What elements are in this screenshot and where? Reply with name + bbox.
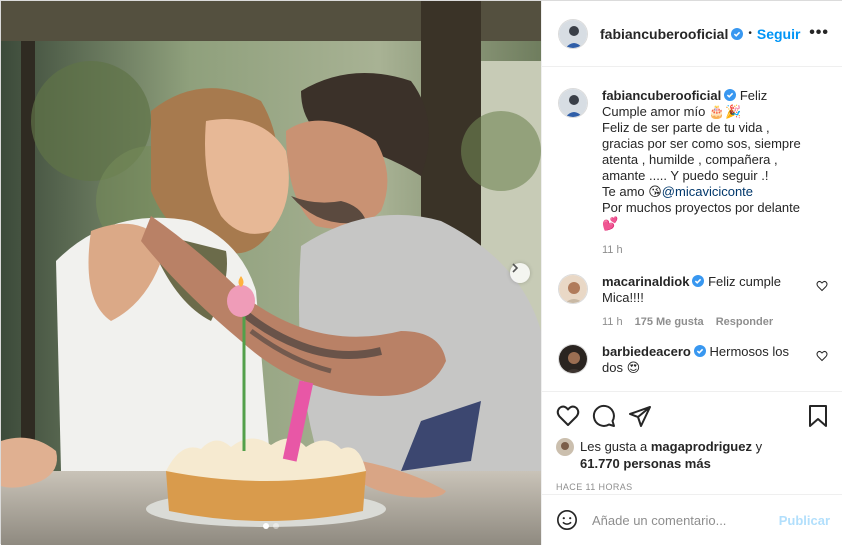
- caption-line-2: Feliz de ser parte de tu vida ,: [602, 120, 770, 135]
- author-avatar[interactable]: [558, 18, 588, 49]
- verified-badge-icon: [692, 275, 705, 287]
- carousel-dot: [273, 523, 279, 529]
- mention-link[interactable]: @micaviciconte: [662, 184, 753, 199]
- caption-author-avatar[interactable]: [558, 88, 588, 118]
- liker-username[interactable]: magaprodriguez: [651, 439, 752, 454]
- caption-meta: 11 h: [602, 244, 812, 256]
- likes-prefix: Les gusta a: [580, 439, 648, 454]
- next-photo-button[interactable]: [510, 263, 530, 283]
- author-username[interactable]: fabiancuberooficial: [600, 26, 728, 42]
- comments-list[interactable]: fabiancuberooficial Feliz Cumple amor mí…: [542, 68, 842, 388]
- instagram-post: fabiancuberooficial • Seguir ••• fabianc…: [0, 0, 842, 545]
- comment-likes[interactable]: 175 Me gusta: [635, 316, 704, 328]
- comment-meta: 11 h 175 Me gusta Responder: [602, 316, 812, 328]
- comment-item: macarinaldiok Feliz cumple Mica!!!! 11 h…: [558, 274, 828, 328]
- likes-connector: y: [755, 439, 763, 454]
- save-bookmark-icon[interactable]: [806, 404, 830, 428]
- commenter-avatar[interactable]: [558, 344, 588, 374]
- avatar-image: [559, 345, 587, 373]
- verified-badge-icon: [724, 89, 737, 101]
- post-timestamp[interactable]: HACE 11 HORAS: [556, 482, 830, 492]
- avatar-image: [559, 275, 587, 303]
- header-separator: •: [748, 28, 752, 39]
- likes-summary: Les gusta a magaprodriguez y 61.770 pers…: [556, 438, 830, 472]
- caption-line-4: Te amo 😘: [602, 184, 662, 199]
- comment-input[interactable]: [592, 512, 779, 528]
- liker-avatar[interactable]: [556, 438, 574, 456]
- caption-line-3: gracias por ser como sos, siempre atenta…: [602, 136, 801, 183]
- comment-text: macarinaldiok Feliz cumple Mica!!!!: [602, 274, 812, 306]
- carousel-indicators: [263, 523, 279, 529]
- more-options-icon[interactable]: •••: [809, 25, 829, 41]
- caption: fabiancuberooficial Feliz Cumple amor mí…: [558, 88, 828, 256]
- caption-time[interactable]: 11 h: [602, 244, 623, 256]
- chevron-right-icon: [512, 263, 519, 273]
- comment-time[interactable]: 11 h: [602, 316, 623, 328]
- comment-item: barbiedeacero Hermosos los dos 😍: [558, 344, 828, 376]
- like-comment-heart-icon[interactable]: [816, 280, 828, 292]
- caption-text: fabiancuberooficial Feliz Cumple amor mí…: [602, 88, 812, 232]
- add-comment-bar: Publicar: [542, 494, 842, 545]
- post-side-panel: fabiancuberooficial • Seguir ••• fabianc…: [541, 1, 842, 545]
- comment-author[interactable]: barbiedeacero: [602, 344, 691, 359]
- carousel-dot-active: [263, 523, 269, 529]
- verified-badge-icon: [731, 27, 744, 40]
- caption-author[interactable]: fabiancuberooficial: [602, 88, 721, 103]
- comment-text: barbiedeacero Hermosos los dos 😍: [602, 344, 812, 376]
- action-icons: [556, 402, 830, 430]
- emoji-smile-icon[interactable]: [556, 509, 578, 531]
- commenter-avatar[interactable]: [558, 274, 588, 304]
- likes-count[interactable]: 61.770 personas más: [580, 456, 711, 471]
- avatar-image: [556, 438, 574, 456]
- avatar-image: [559, 89, 587, 117]
- follow-button[interactable]: Seguir: [757, 26, 801, 42]
- reply-button[interactable]: Responder: [716, 316, 773, 328]
- publish-button[interactable]: Publicar: [779, 513, 830, 528]
- comment-author[interactable]: macarinaldiok: [602, 274, 689, 289]
- post-actions: Les gusta a magaprodriguez y 61.770 pers…: [542, 391, 842, 501]
- photo-scene: [1, 1, 541, 545]
- avatar-image: [559, 19, 587, 48]
- share-paper-plane-icon[interactable]: [628, 404, 652, 428]
- post-photo[interactable]: [1, 1, 541, 545]
- like-comment-heart-icon[interactable]: [816, 350, 828, 362]
- comment-bubble-icon[interactable]: [592, 404, 616, 428]
- post-header: fabiancuberooficial • Seguir •••: [542, 1, 842, 67]
- caption-line-5: Por muchos proyectos por delante 💕: [602, 200, 800, 231]
- like-heart-icon[interactable]: [556, 404, 580, 428]
- verified-badge-icon: [693, 345, 706, 357]
